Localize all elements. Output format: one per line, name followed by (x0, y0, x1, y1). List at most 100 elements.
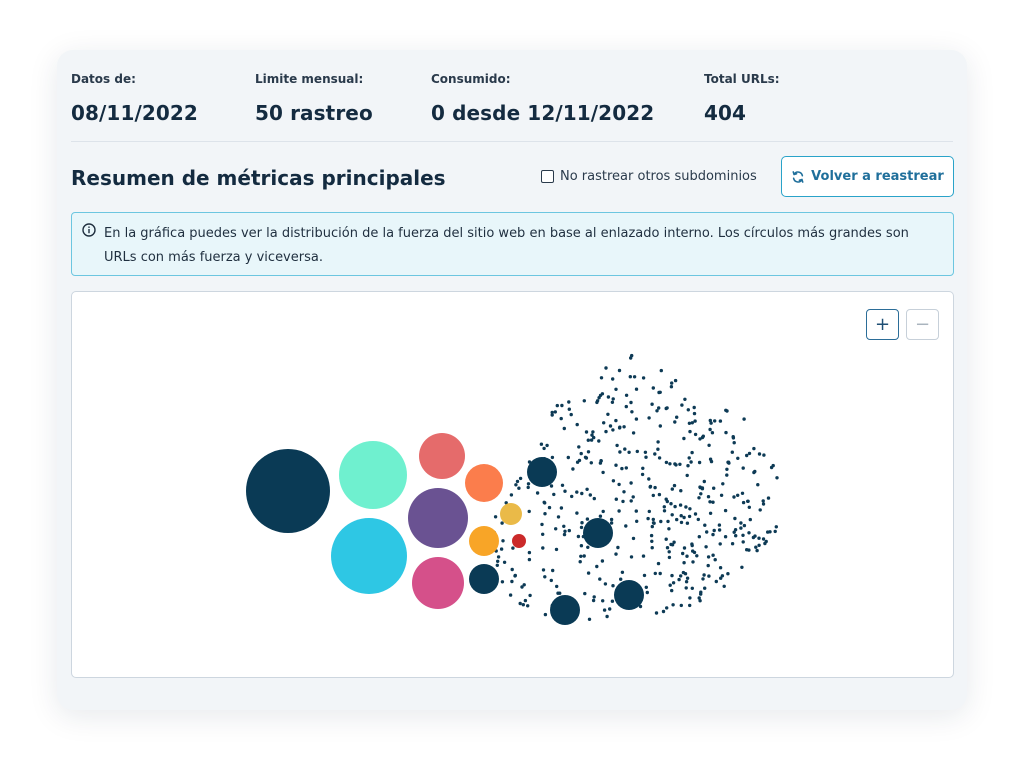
subdomain-checkbox-control[interactable]: No rastrear otros subdominios (541, 169, 757, 184)
graph-node-small[interactable] (567, 528, 571, 533)
graph-node-small[interactable] (670, 588, 674, 593)
graph-node[interactable] (465, 464, 503, 502)
graph-node-small[interactable] (641, 554, 646, 558)
graph-node-small[interactable] (701, 434, 705, 438)
graph-node-small[interactable] (586, 438, 590, 442)
graph-node-small[interactable] (499, 547, 504, 551)
graph-node[interactable] (331, 518, 407, 594)
graph-node-small[interactable] (635, 449, 639, 454)
graph-node-small[interactable] (562, 426, 566, 431)
graph-node-small[interactable] (547, 505, 552, 510)
graph-node-small[interactable] (549, 578, 553, 583)
graph-node[interactable] (246, 449, 330, 533)
graph-node-small[interactable] (699, 492, 703, 496)
graph-node-small[interactable] (541, 532, 545, 536)
graph-node-small[interactable] (650, 546, 654, 550)
graph-node-small[interactable] (695, 554, 699, 558)
graph-node-small[interactable] (679, 520, 684, 525)
graph-node-small[interactable] (668, 583, 672, 587)
graph-node-small[interactable] (575, 490, 579, 494)
graph-node-small[interactable] (647, 416, 651, 420)
graph-node-small[interactable] (559, 506, 564, 510)
graph-node-small[interactable] (762, 453, 766, 457)
graph-node-small[interactable] (650, 524, 654, 529)
graph-node-small[interactable] (560, 483, 565, 487)
graph-node-small[interactable] (691, 560, 695, 564)
graph-node-small[interactable] (604, 429, 608, 434)
graph-node-small[interactable] (708, 457, 713, 461)
graph-node-small[interactable] (673, 504, 677, 509)
graph-node-small[interactable] (686, 464, 690, 468)
graph-node-small[interactable] (622, 490, 626, 494)
graph-node-small[interactable] (747, 548, 751, 552)
graph-node-small[interactable] (693, 419, 697, 423)
graph-node-small[interactable] (601, 599, 605, 603)
graph-node-small[interactable] (614, 387, 618, 391)
graph-node-small[interactable] (577, 445, 581, 449)
graph-node[interactable] (339, 441, 407, 509)
graph-node-small[interactable] (720, 574, 725, 578)
graph-node-small[interactable] (653, 452, 657, 456)
graph-node-small[interactable] (517, 486, 521, 490)
graph-node-small[interactable] (688, 507, 692, 511)
graph-node-small[interactable] (646, 516, 650, 521)
graph-node-small[interactable] (543, 612, 548, 617)
graph-node-small[interactable] (688, 596, 692, 600)
graph-node-small[interactable] (600, 392, 605, 396)
graph-node-small[interactable] (672, 540, 676, 544)
graph-node-small[interactable] (741, 540, 745, 544)
graph-node-small[interactable] (707, 443, 711, 447)
graph-node-small[interactable] (602, 608, 607, 612)
graph-node-small[interactable] (677, 577, 681, 582)
graph-node-small[interactable] (736, 456, 740, 460)
graph-node-small[interactable] (563, 529, 567, 533)
graph-node-small[interactable] (513, 574, 517, 578)
graph-node-small[interactable] (687, 514, 692, 519)
graph-node-small[interactable] (552, 492, 556, 497)
graph-node[interactable] (412, 557, 464, 609)
graph-node-small[interactable] (739, 521, 743, 525)
graph-node-small[interactable] (606, 395, 611, 399)
graph-node-small[interactable] (622, 425, 626, 429)
graph-node-small[interactable] (706, 563, 710, 568)
graph-node-small[interactable] (730, 542, 735, 546)
graph-node-small[interactable] (563, 489, 567, 493)
graph-node-small[interactable] (755, 548, 759, 553)
graph-node-small[interactable] (698, 437, 702, 441)
graph-node-small[interactable] (567, 400, 571, 404)
graph-node-small[interactable] (736, 493, 740, 497)
graph-node-small[interactable] (706, 495, 711, 499)
graph-node-small[interactable] (656, 561, 661, 566)
graph-node-small[interactable] (692, 405, 696, 410)
graph-node-small[interactable] (690, 586, 694, 590)
graph-node-small[interactable] (763, 541, 767, 546)
graph-node-small[interactable] (673, 378, 678, 383)
graph-node-small[interactable] (658, 571, 662, 576)
graph-node-small[interactable] (605, 614, 609, 619)
graph-node-small[interactable] (713, 419, 717, 423)
graph-node-small[interactable] (496, 559, 500, 563)
graph-node-small[interactable] (685, 473, 689, 478)
graph-node-small[interactable] (675, 415, 679, 419)
graph-node-small[interactable] (591, 598, 596, 603)
graph-node-small[interactable] (681, 570, 686, 575)
graph-node-small[interactable] (501, 539, 505, 543)
graph-node-small[interactable] (769, 465, 774, 470)
graph-node-small[interactable] (656, 440, 660, 444)
graph-node-small[interactable] (678, 462, 682, 466)
graph-node-small[interactable] (620, 570, 625, 574)
graph-node-small[interactable] (617, 482, 621, 487)
graph-node-small[interactable] (609, 517, 614, 522)
graph-node-small[interactable] (699, 592, 703, 596)
graph-node-small[interactable] (733, 516, 737, 521)
graph-node-small[interactable] (629, 481, 633, 485)
graph-node-small[interactable] (669, 385, 674, 389)
graph-node-small[interactable] (773, 529, 777, 534)
graph-node[interactable] (614, 580, 644, 610)
graph-node-small[interactable] (726, 572, 730, 576)
graph-node-small[interactable] (684, 505, 688, 509)
graph-node-small[interactable] (712, 486, 716, 490)
graph-node-small[interactable] (579, 451, 583, 456)
graph-node-small[interactable] (562, 524, 566, 528)
graph-node-small[interactable] (614, 552, 618, 556)
